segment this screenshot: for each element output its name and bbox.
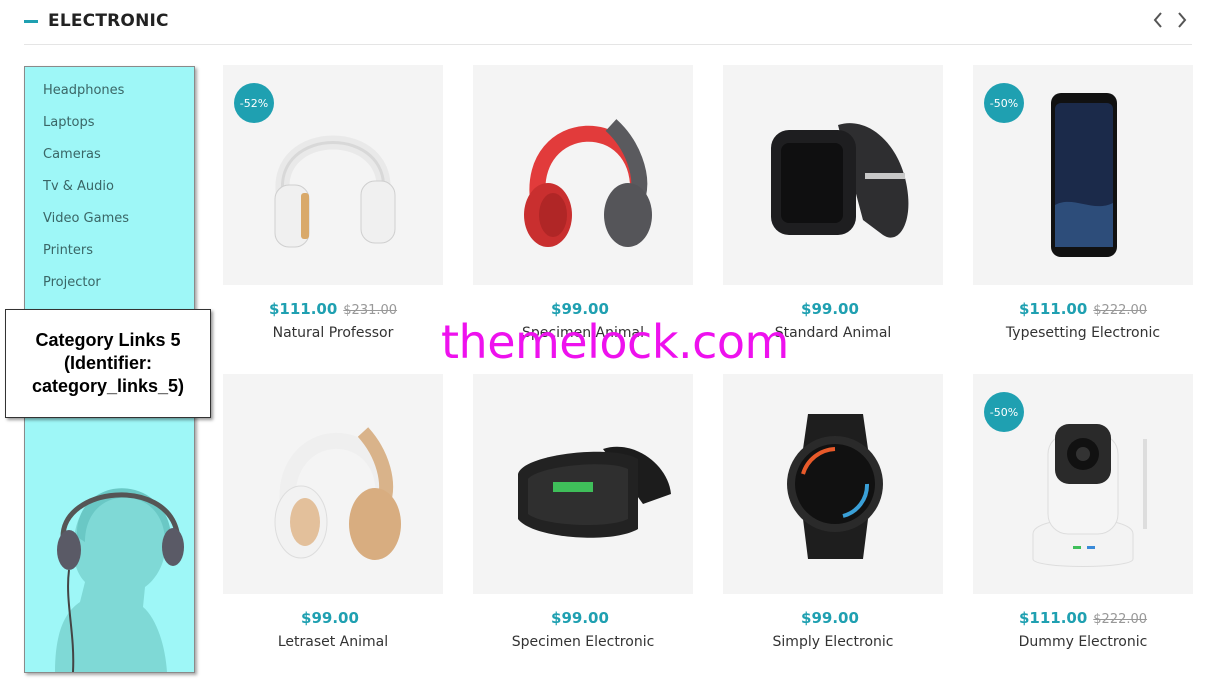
annotation-label: Category Links 5 (Identifier: category_l…	[5, 309, 211, 418]
product-image[interactable]	[473, 65, 693, 285]
product-card[interactable]: $99.00 Letraset Animal	[223, 374, 443, 650]
category-link-tv-audio[interactable]: Tv & Audio	[43, 177, 129, 209]
category-link-printers[interactable]: Printers	[43, 241, 129, 273]
product-card[interactable]: -50% $111.00 $222.00 Dummy Electronic	[973, 374, 1193, 650]
category-link-headphones[interactable]: Headphones	[43, 81, 129, 113]
section-title: ELECTRONIC	[48, 11, 169, 31]
product-price: $99.00	[551, 609, 609, 627]
headphones-icon	[274, 427, 401, 560]
product-price: $99.00	[551, 300, 609, 318]
vr-headset-icon	[518, 446, 671, 538]
price-row: $99.00	[723, 299, 943, 321]
product-name[interactable]: Specimen Animal	[473, 325, 693, 341]
section-header: ELECTRONIC	[24, 0, 1192, 45]
product-price: $99.00	[801, 609, 859, 627]
product-image[interactable]: -50%	[973, 65, 1193, 285]
product-old-price: $222.00	[1093, 303, 1148, 318]
smartwatch-icon	[771, 123, 909, 238]
price-row: $99.00	[473, 608, 693, 630]
product-name[interactable]: Standard Animal	[723, 325, 943, 341]
carousel-nav	[1152, 10, 1188, 30]
price-row: $99.00	[473, 299, 693, 321]
product-card[interactable]: $99.00 Simply Electronic	[723, 374, 943, 650]
price-row: $111.00 $231.00	[223, 299, 443, 321]
discount-badge: -50%	[984, 392, 1024, 432]
product-price: $111.00	[268, 300, 338, 318]
category-list: Headphones Laptops Cameras Tv & Audio Vi…	[43, 81, 129, 305]
product-name[interactable]: Dummy Electronic	[973, 634, 1193, 650]
price-row: $99.00	[723, 608, 943, 630]
smartwatch-icon	[787, 414, 883, 559]
product-card[interactable]: $99.00 Specimen Animal	[473, 65, 693, 341]
product-name[interactable]: Typesetting Electronic	[973, 325, 1193, 341]
product-image[interactable]	[473, 374, 693, 594]
discount-badge: -52%	[234, 83, 274, 123]
price-row: $111.00 $222.00	[973, 299, 1193, 321]
product-name[interactable]: Natural Professor	[223, 325, 443, 341]
product-image[interactable]	[223, 374, 443, 594]
category-link-projector[interactable]: Projector	[43, 273, 129, 305]
product-price: $111.00	[1018, 300, 1088, 318]
product-image[interactable]	[723, 374, 943, 594]
price-row: $111.00 $222.00	[973, 608, 1193, 630]
product-image[interactable]: -52%	[223, 65, 443, 285]
category-link-cameras[interactable]: Cameras	[43, 145, 129, 177]
product-old-price: $222.00	[1093, 612, 1148, 627]
price-row: $99.00	[223, 608, 443, 630]
product-old-price: $231.00	[343, 303, 398, 318]
product-card[interactable]: -52% $111.00 $231.00 Natural Professor	[223, 65, 443, 341]
category-link-video-games[interactable]: Video Games	[43, 209, 129, 241]
chevron-right-icon[interactable]	[1176, 10, 1188, 30]
product-card[interactable]: $99.00 Specimen Electronic	[473, 374, 693, 650]
product-name[interactable]: Specimen Electronic	[473, 634, 693, 650]
headphone-model-image	[55, 488, 184, 672]
title-accent-dash	[24, 20, 38, 23]
product-image[interactable]: -50%	[973, 374, 1193, 594]
discount-badge: -50%	[984, 83, 1024, 123]
product-price: $99.00	[301, 609, 359, 627]
product-card[interactable]: $99.00 Standard Animal	[723, 65, 943, 341]
product-price: $99.00	[801, 300, 859, 318]
headphones-icon	[524, 119, 652, 247]
product-image[interactable]	[723, 65, 943, 285]
product-price: $111.00	[1018, 609, 1088, 627]
product-card[interactable]: -50% $111.00 $222.00 Typesetting Electron…	[973, 65, 1193, 341]
product-name[interactable]: Letraset Animal	[223, 634, 443, 650]
category-link-laptops[interactable]: Laptops	[43, 113, 129, 145]
product-name[interactable]: Simply Electronic	[723, 634, 943, 650]
chevron-left-icon[interactable]	[1152, 10, 1164, 30]
